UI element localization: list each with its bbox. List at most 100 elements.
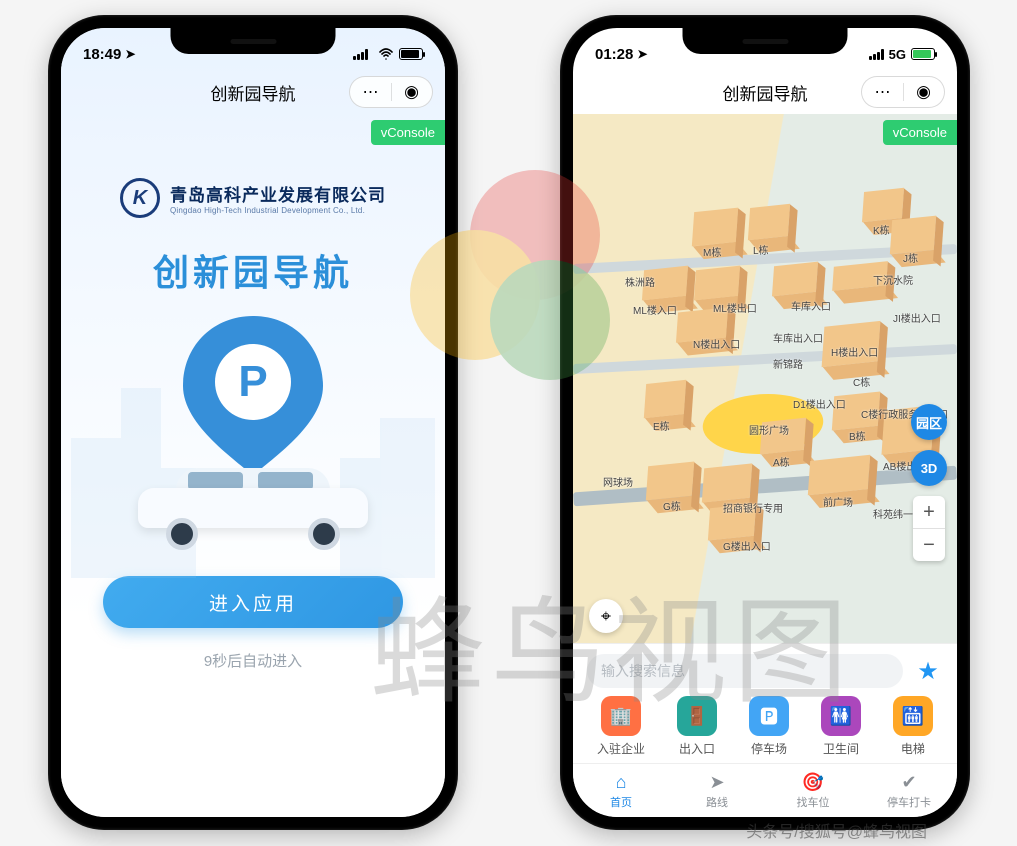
capsule-menu[interactable]: ⋯ ◉ bbox=[861, 76, 945, 108]
vconsole-button[interactable]: vConsole bbox=[371, 120, 445, 145]
building-block[interactable] bbox=[692, 208, 738, 247]
battery-icon bbox=[399, 48, 423, 60]
bottom-panel: 输入搜索信息 ★ 🏢入驻企业 🚪出入口 🅿 停车场 🚻卫生间 🛗电梯 bbox=[573, 643, 957, 763]
map-label[interactable]: 前广场 bbox=[823, 494, 853, 509]
battery-charging-icon bbox=[911, 48, 935, 60]
enter-app-button[interactable]: 进入应用 bbox=[103, 576, 403, 628]
category-2[interactable]: 🅿 停车场 bbox=[749, 696, 789, 757]
signal-icon bbox=[353, 49, 368, 60]
map-label[interactable]: 下沉水院 bbox=[873, 272, 913, 287]
map-label[interactable]: K栋 bbox=[873, 222, 890, 237]
tab-0[interactable]: ⌂首页 bbox=[573, 764, 669, 817]
wifi-icon bbox=[378, 48, 394, 60]
map-label[interactable]: 株洲路 bbox=[625, 274, 655, 289]
map-label[interactable]: C栋 bbox=[853, 374, 870, 389]
view-3d-button[interactable]: 3D bbox=[911, 450, 947, 486]
phone-right: 01:28 ➤ 5G 创新园导航 ⋯ ◉ vConsole bbox=[560, 15, 970, 830]
tab-label: 路线 bbox=[706, 794, 728, 810]
category-icon: 🚻 bbox=[821, 696, 861, 736]
map-label[interactable]: B栋 bbox=[849, 428, 866, 443]
map-label[interactable]: E栋 bbox=[653, 418, 670, 433]
map-label[interactable]: J栋 bbox=[903, 250, 918, 265]
category-label: 停车场 bbox=[751, 740, 787, 757]
tab-icon: ➤ bbox=[709, 772, 724, 793]
tab-2[interactable]: 🎯找车位 bbox=[765, 764, 861, 817]
capsule-menu[interactable]: ⋯ ◉ bbox=[349, 76, 433, 108]
splash-illustration: P bbox=[163, 316, 343, 546]
capsule-more-icon[interactable]: ⋯ bbox=[863, 82, 903, 102]
signal-icon bbox=[869, 49, 884, 60]
locate-me-button[interactable]: ⌖ bbox=[589, 599, 623, 633]
map-label[interactable]: H楼出入口 bbox=[831, 344, 878, 359]
category-4[interactable]: 🛗电梯 bbox=[893, 696, 933, 757]
bottom-credit: 头条号/搜狐号@蜂鸟视图 bbox=[746, 818, 927, 842]
map-label[interactable]: 招商银行专用 bbox=[723, 500, 783, 515]
building-block[interactable] bbox=[644, 380, 686, 418]
miniprogram-header: 创新园导航 ⋯ ◉ bbox=[573, 70, 957, 114]
tab-icon: ⌂ bbox=[616, 772, 627, 793]
map-label[interactable]: 车库出入口 bbox=[773, 330, 823, 345]
map-label[interactable]: ML楼入口 bbox=[633, 302, 677, 317]
building-block[interactable] bbox=[702, 463, 752, 502]
building-block[interactable] bbox=[772, 262, 818, 297]
capsule-more-icon[interactable]: ⋯ bbox=[351, 82, 391, 102]
company-name-en: Qingdao High-Tech Industrial Development… bbox=[170, 206, 386, 215]
map-label[interactable]: ML楼出口 bbox=[713, 300, 757, 315]
company-brand: K 青岛高科产业发展有限公司 Qingdao High-Tech Industr… bbox=[120, 178, 386, 218]
search-input[interactable]: 输入搜索信息 bbox=[587, 654, 903, 688]
map-label[interactable]: 车库入口 bbox=[791, 298, 831, 313]
notch bbox=[683, 28, 848, 54]
page-title: 创新园导航 bbox=[723, 80, 808, 105]
map-label[interactable]: 网球场 bbox=[603, 474, 633, 489]
map-canvas[interactable]: 株洲路 M栋 L栋 K栋 J栋下沉水院 ML楼入口 ML楼出口 车库入口 JI楼出入口 N楼出入口… bbox=[573, 114, 957, 647]
building-block[interactable] bbox=[646, 461, 694, 500]
tab-label: 首页 bbox=[610, 794, 632, 810]
map-label[interactable]: L栋 bbox=[753, 242, 769, 257]
tab-label: 停车打卡 bbox=[887, 794, 931, 810]
map-label[interactable]: 圆形广场 bbox=[749, 422, 789, 437]
category-label: 电梯 bbox=[901, 740, 925, 757]
building-block[interactable] bbox=[808, 455, 870, 496]
tab-label: 找车位 bbox=[797, 794, 830, 810]
area-toggle-button[interactable]: 园区 bbox=[911, 404, 947, 440]
company-name-cn: 青岛高科产业发展有限公司 bbox=[170, 181, 386, 206]
category-icon: 🅿 bbox=[749, 696, 789, 736]
map-label[interactable]: G栋 bbox=[663, 498, 681, 513]
map-label[interactable]: G楼出入口 bbox=[723, 538, 771, 553]
capsule-close-icon[interactable]: ◉ bbox=[904, 82, 944, 102]
miniprogram-header: 创新园导航 ⋯ ◉ bbox=[61, 70, 445, 114]
category-icon: 🚪 bbox=[677, 696, 717, 736]
favorites-button[interactable]: ★ bbox=[913, 656, 943, 686]
map-label[interactable]: A栋 bbox=[773, 454, 790, 469]
splash-screen: K 青岛高科产业发展有限公司 Qingdao High-Tech Industr… bbox=[61, 28, 445, 817]
location-arrow-icon: ➤ bbox=[125, 47, 135, 61]
page-title: 创新园导航 bbox=[211, 80, 296, 105]
tab-bar: ⌂首页➤路线🎯找车位✔停车打卡 bbox=[573, 763, 957, 817]
category-3[interactable]: 🚻卫生间 bbox=[821, 696, 861, 757]
vconsole-button[interactable]: vConsole bbox=[883, 120, 957, 145]
map-label[interactable]: D1楼出入口 bbox=[793, 396, 846, 411]
building-block[interactable] bbox=[890, 216, 936, 255]
map-label[interactable]: M栋 bbox=[703, 244, 721, 259]
pin-letter: P bbox=[215, 344, 291, 420]
tab-icon: 🎯 bbox=[802, 772, 824, 793]
status-time: 18:49 bbox=[83, 46, 121, 63]
tab-3[interactable]: ✔停车打卡 bbox=[861, 764, 957, 817]
capsule-close-icon[interactable]: ◉ bbox=[392, 82, 432, 102]
category-0[interactable]: 🏢入驻企业 bbox=[597, 696, 645, 757]
building-block[interactable] bbox=[694, 266, 740, 301]
map-label[interactable]: JI楼出入口 bbox=[893, 310, 941, 325]
map-label[interactable]: 新锦路 bbox=[773, 356, 803, 371]
tab-icon: ✔ bbox=[901, 772, 916, 793]
location-arrow-icon: ➤ bbox=[637, 47, 647, 61]
tab-1[interactable]: ➤路线 bbox=[669, 764, 765, 817]
zoom-out-button[interactable]: − bbox=[913, 529, 945, 561]
building-block[interactable] bbox=[862, 188, 904, 222]
status-time: 01:28 bbox=[595, 46, 633, 63]
company-logo-icon: K bbox=[120, 178, 160, 218]
zoom-in-button[interactable]: + bbox=[913, 496, 945, 528]
category-1[interactable]: 🚪出入口 bbox=[677, 696, 717, 757]
phone-left: 18:49 ➤ 创新园导航 ⋯ ◉ vConsole bbox=[48, 15, 458, 830]
map-label[interactable]: N楼出入口 bbox=[693, 336, 740, 351]
building-block[interactable] bbox=[748, 204, 790, 240]
